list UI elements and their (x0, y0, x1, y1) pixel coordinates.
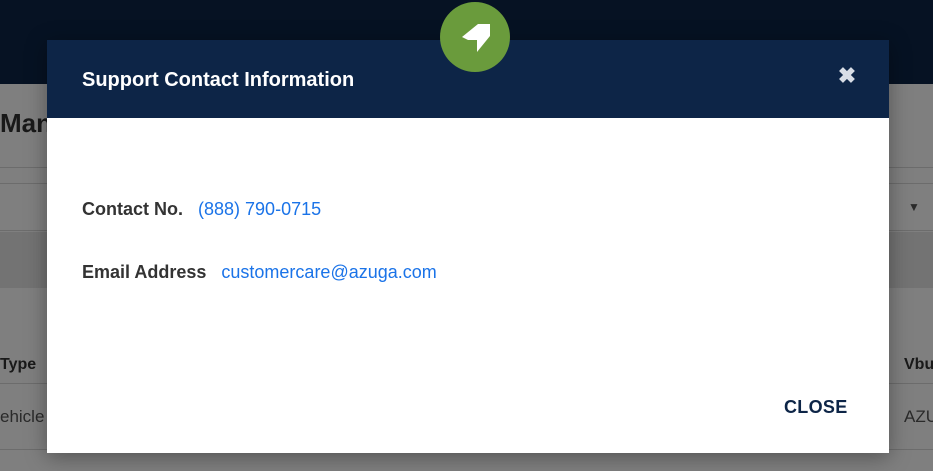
email-label: Email Address (82, 262, 207, 282)
close-button[interactable]: CLOSE (784, 397, 848, 418)
contact-number-row: Contact No. (888) 790-0715 (82, 199, 321, 220)
email-link[interactable]: customercare@azuga.com (221, 262, 436, 282)
contact-number-link[interactable]: (888) 790-0715 (198, 199, 321, 219)
contact-number-label: Contact No. (82, 199, 183, 219)
dialog-title: Support Contact Information (82, 69, 355, 91)
azuga-logo-icon (440, 2, 510, 72)
email-row: Email Address customercare@azuga.com (82, 262, 437, 283)
support-contact-dialog: Support Contact Information ✖ Contact No… (47, 40, 889, 453)
close-icon[interactable]: ✖ (836, 64, 858, 88)
